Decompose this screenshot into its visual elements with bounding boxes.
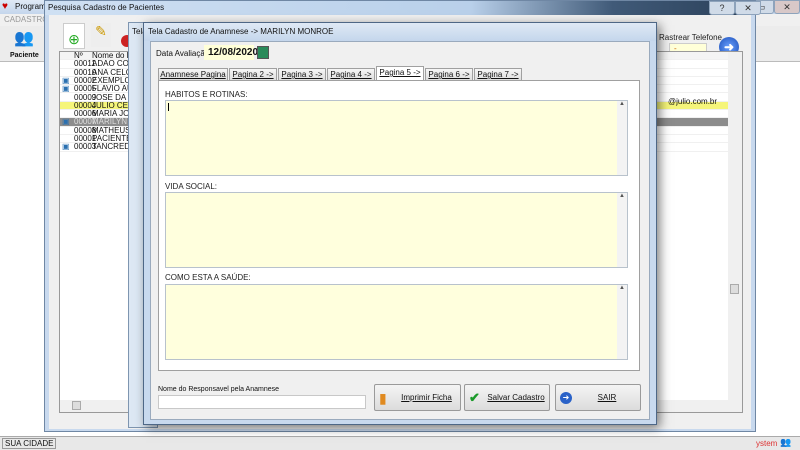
tab-pagina-1[interactable]: Anamnese Pagina 1 ->: [158, 68, 228, 90]
edit-button[interactable]: ✎: [91, 23, 111, 47]
add-button[interactable]: ⊕: [63, 23, 85, 49]
tab-pagina-6[interactable]: Pagina 6 ->: [425, 68, 473, 80]
tab-pagina-3[interactable]: Pagina 3 ->: [278, 68, 326, 80]
textarea-scrollbar[interactable]: ▲: [617, 101, 627, 175]
patient-card-icon: ▣: [62, 118, 70, 127]
status-system: ystem: [756, 439, 778, 448]
exit-button[interactable]: ➜ SAIR: [555, 384, 641, 411]
saude-label: COMO ESTA A SAÚDE:: [165, 273, 251, 282]
tab-pagina-7[interactable]: Pagina 7 ->: [474, 68, 522, 80]
habitos-label: HABITOS E ROTINAS:: [165, 90, 248, 99]
users-icon: 👥: [780, 437, 792, 447]
patient-card-icon: ▣: [62, 76, 70, 85]
tab-pagina-5[interactable]: Pagina 5 ->: [376, 66, 424, 80]
patient-card-icon: ▣: [62, 143, 70, 152]
pencil-icon: ✎: [95, 23, 107, 39]
textarea-scrollbar[interactable]: ▲: [617, 285, 627, 359]
save-button[interactable]: ✔ Salvar Cadastro: [464, 384, 550, 411]
status-city: SUA CIDADE: [2, 438, 57, 449]
vida-social-label: VIDA SOCIAL:: [165, 182, 218, 191]
patient-card-icon: ▣: [62, 85, 70, 94]
hscroll-thumb[interactable]: [72, 401, 81, 410]
dialog-titlebar: Tela Cadastro de Anamnese -> MARILYN MON…: [144, 23, 656, 41]
responsible-input[interactable]: [158, 395, 366, 409]
add-icon: ⊕: [68, 31, 80, 47]
textarea-scrollbar[interactable]: ▲: [617, 193, 627, 267]
text-cursor: [168, 103, 169, 111]
saude-textarea[interactable]: ▲: [165, 284, 628, 360]
patients-icon: 👥: [14, 30, 34, 47]
patient-name: FLAVIO AU: [92, 85, 133, 94]
tab-pagina-4[interactable]: Pagina 4 ->: [327, 68, 375, 80]
app-logo-icon: ♥: [2, 1, 8, 12]
vscroll-thumb[interactable]: [730, 284, 739, 294]
search-close-button[interactable]: ✕: [735, 1, 761, 15]
email-cell: @julio.com.br: [668, 97, 718, 106]
print-button[interactable]: ▮ Imprimir Ficha: [374, 384, 461, 411]
calendar-button[interactable]: [257, 46, 269, 59]
dialog-title: Tela Cadastro de Anamnese -> MARILYN MON…: [148, 27, 334, 36]
tab-pagina-2[interactable]: Pagina 2 ->: [229, 68, 277, 80]
vida-social-textarea[interactable]: ▲: [165, 192, 628, 268]
habitos-textarea[interactable]: ▲: [165, 100, 628, 176]
status-bar: SUA CIDADE ystem 👥: [0, 436, 800, 450]
responsible-label: Nome do Responsavel pela Anamnese: [158, 386, 280, 393]
search-titlebar: Pesquisa Cadastro de Pacientes ? ✕: [45, 1, 761, 15]
telefone-label: Rastrear Telefone: [659, 33, 722, 42]
app-close-button[interactable]: ✕: [774, 0, 800, 14]
date-input[interactable]: 12/08/2020: [204, 45, 258, 60]
paciente-button[interactable]: 👥 Paciente: [2, 26, 44, 62]
help-button[interactable]: ?: [709, 1, 735, 15]
grid-vscrollbar[interactable]: [728, 52, 742, 412]
